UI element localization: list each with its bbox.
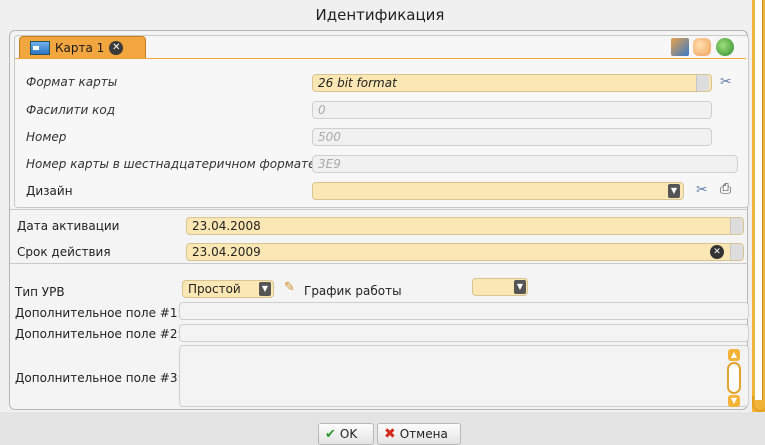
chevron-down-icon[interactable]: ▼ <box>668 184 680 198</box>
design-select[interactable] <box>312 182 684 200</box>
tab-underline <box>15 58 746 59</box>
close-icon[interactable]: ✕ <box>109 40 124 55</box>
cross-icon: ✖ <box>384 426 396 442</box>
tab-card-1[interactable]: Карта 1 ✕ <box>19 36 146 59</box>
extra-field-3-scrollbar[interactable]: ▲ ▼ <box>726 349 743 407</box>
cancel-button[interactable]: ✖ Отмена <box>377 423 461 445</box>
right-scrollbar-track <box>755 0 763 400</box>
cancel-label: Отмена <box>399 427 448 441</box>
divider <box>10 263 748 264</box>
extra-field-3-label: Дополнительное поле #3: <box>15 371 182 385</box>
activation-date-label: Дата активации <box>17 219 120 233</box>
chevron-down-icon[interactable]: ▼ <box>514 280 526 294</box>
scroll-thumb[interactable] <box>727 362 741 394</box>
extra-field-3[interactable] <box>179 345 749 407</box>
facility-code-label: Фасилити код <box>26 103 116 117</box>
refresh-icon[interactable] <box>716 38 734 56</box>
scroll-down-icon[interactable]: ▼ <box>728 395 740 407</box>
clear-icon[interactable]: ✂ <box>720 74 732 90</box>
design-label: Дизайн <box>26 184 73 198</box>
pencil-icon[interactable]: ✎ <box>284 280 295 295</box>
divider <box>10 209 748 210</box>
extra-field-2[interactable] <box>179 324 749 342</box>
clear-icon[interactable]: ✂ <box>696 182 708 198</box>
schedule-label: График работы <box>304 284 402 298</box>
extra-field-1-label: Дополнительное поле #1: <box>15 306 182 320</box>
printer-icon[interactable]: ⎙ <box>720 181 731 197</box>
checkmark-icon: ✔ <box>325 426 336 442</box>
card-format-label: Формат карты <box>26 75 118 89</box>
expiry-date-spinner[interactable] <box>730 244 743 260</box>
scroll-up-icon[interactable]: ▲ <box>728 349 740 361</box>
card-icon <box>30 40 50 55</box>
import-card-icon[interactable] <box>671 38 689 56</box>
card-number-field[interactable]: 500 <box>312 128 712 146</box>
expiry-date-field[interactable]: 23.04.2009 <box>186 243 744 261</box>
facility-code-field[interactable]: 0 <box>312 101 712 119</box>
card-format-select[interactable]: 26 bit format <box>312 74 712 92</box>
card-number-label: Номер <box>26 130 67 144</box>
expiry-date-label: Срок действия <box>17 245 111 259</box>
card-format-spinner[interactable] <box>696 75 709 91</box>
right-scrollbar-knob[interactable] <box>752 396 765 412</box>
extra-field-1[interactable] <box>179 302 749 320</box>
hex-number-field[interactable]: 3E9 <box>312 155 738 173</box>
extra-field-2-label: Дополнительное поле #2: <box>15 327 182 341</box>
hand-icon[interactable] <box>693 38 711 56</box>
right-scrollbar[interactable] <box>752 0 765 445</box>
ok-label: OK <box>339 427 358 441</box>
window-title: Идентификация <box>315 6 445 24</box>
chevron-down-icon[interactable]: ▼ <box>259 282 271 296</box>
tab-label: Карта 1 <box>55 40 105 55</box>
ok-button[interactable]: ✔ OK <box>318 423 374 445</box>
activation-date-spinner[interactable] <box>730 218 743 234</box>
clear-date-icon[interactable]: ✕ <box>710 245 724 259</box>
hex-number-label: Номер карты в шестнадцатеричном формате <box>26 157 316 171</box>
activation-date-field[interactable]: 23.04.2008 <box>186 217 744 235</box>
access-type-label: Тип УРВ <box>15 285 65 299</box>
